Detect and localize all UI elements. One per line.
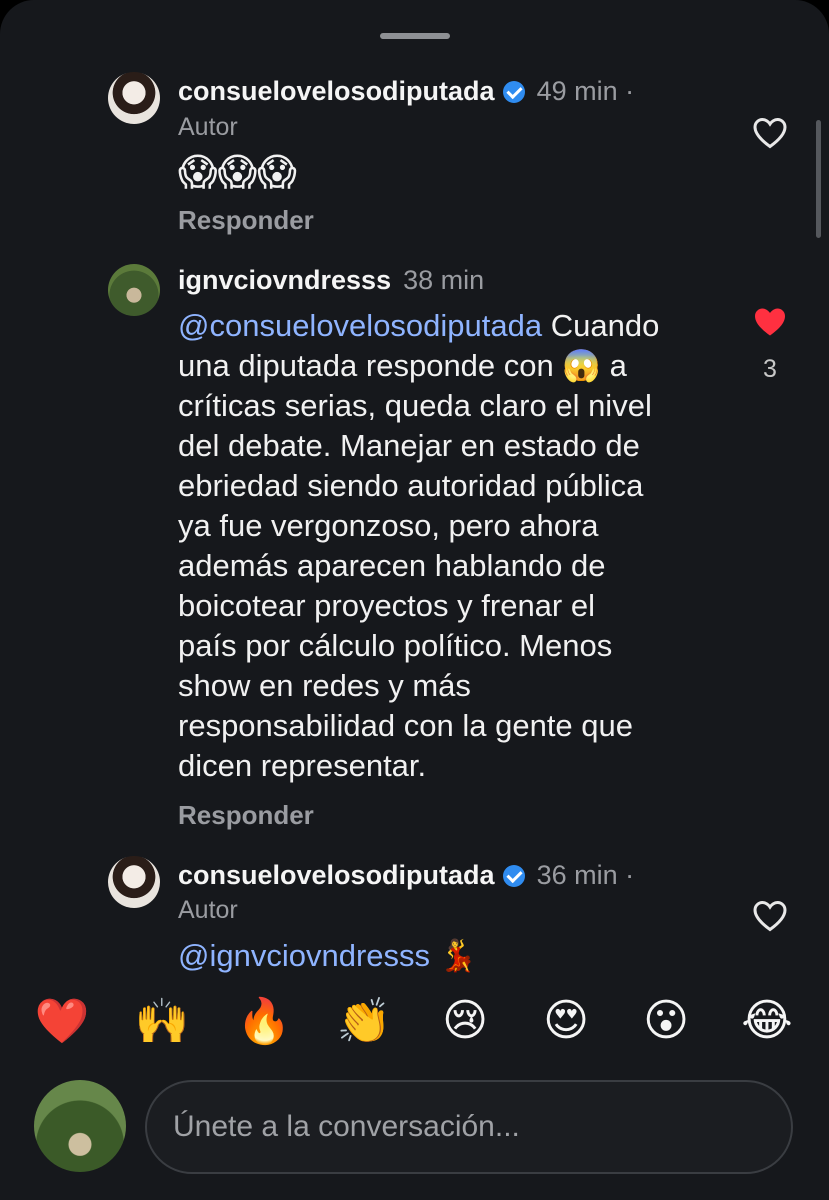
reaction-surprised[interactable]: 😮: [638, 995, 694, 1046]
text-line: ya fue vergonzoso, pero ahora: [178, 508, 599, 543]
text-line: Cuando: [542, 308, 660, 343]
author-badge: Autor: [178, 896, 238, 924]
heart-icon[interactable]: [752, 899, 788, 933]
text-line: país por cálculo político. Menos: [178, 628, 613, 663]
text-line: show en redes y más: [178, 668, 471, 703]
reaction-raised-hands[interactable]: 🙌: [134, 995, 190, 1047]
comment-input-placeholder: Únete a la conversación...: [173, 1110, 520, 1143]
text-line: del debate. Manejar en estado de: [178, 428, 640, 463]
reaction-laughing[interactable]: 😂: [739, 995, 795, 1046]
like-count: 3: [763, 355, 777, 383]
comment-header: consuelovelosodiputada 49 min ·: [178, 76, 634, 107]
reply-button[interactable]: Responder: [178, 800, 314, 831]
current-user-avatar: [34, 1080, 126, 1172]
comment-header: consuelovelosodiputada 36 min ·: [178, 860, 634, 891]
username[interactable]: consuelovelosodiputada: [178, 860, 495, 891]
text-line: responsabilidad con la gente que: [178, 708, 634, 743]
reaction-crying[interactable]: 😢: [437, 995, 493, 1046]
mention-link[interactable]: @consuelovelosodiputada: [178, 308, 542, 343]
avatar[interactable]: [108, 264, 160, 316]
text-line: ebriedad siendo autoridad pública: [178, 468, 644, 503]
comment-line-1: @consuelovelosodiputada Cuando: [178, 306, 718, 346]
avatar[interactable]: [108, 72, 160, 124]
comment-header: ignvciovndresss 38 min: [178, 265, 484, 296]
avatar[interactable]: [108, 856, 160, 908]
reaction-fire[interactable]: 🔥: [236, 995, 292, 1047]
timestamp: 36 min ·: [536, 860, 635, 890]
dancer-emoji: 💃: [430, 938, 478, 973]
comment-text: 😱😱😱: [178, 150, 297, 194]
reaction-clap[interactable]: 👏: [336, 995, 392, 1047]
username[interactable]: ignvciovndresss: [178, 265, 391, 296]
quick-reactions-bar: ❤️ 🙌 🔥 👏 😢 😍 😮 😂: [0, 975, 829, 1075]
comment-input[interactable]: Únete a la conversación...: [145, 1080, 793, 1174]
reply-button[interactable]: Responder: [178, 205, 314, 236]
comment-text: @consuelovelosodiputada Cuando una diput…: [178, 306, 718, 786]
comment-text: @ignvciovndresss 💃: [178, 936, 718, 976]
verified-icon: [502, 864, 525, 887]
timestamp: 38 min: [403, 265, 485, 295]
heart-filled-icon[interactable]: [752, 305, 788, 339]
author-badge: Autor: [178, 113, 238, 141]
sheet-grabber[interactable]: [380, 33, 450, 39]
username[interactable]: consuelovelosodiputada: [178, 76, 495, 107]
text-line: una diputada responde con 😱 a: [178, 348, 627, 383]
text-line: críticas serias, queda claro el nivel: [178, 388, 652, 423]
text-line: dicen representar.: [178, 748, 427, 783]
text-line: boicotear proyectos y frenar el: [178, 588, 595, 623]
reaction-heart-eyes[interactable]: 😍: [538, 995, 594, 1046]
mention-link[interactable]: @ignvciovndresss: [178, 938, 430, 973]
scrollbar[interactable]: [816, 120, 821, 238]
timestamp: 49 min ·: [536, 76, 635, 106]
comments-sheet: consuelovelosodiputada 49 min · Autor 😱😱…: [0, 0, 829, 1200]
verified-icon: [502, 80, 525, 103]
text-line: además aparecen hablando de: [178, 548, 606, 583]
reaction-heart[interactable]: ❤️: [34, 995, 90, 1047]
heart-icon[interactable]: [752, 116, 788, 150]
